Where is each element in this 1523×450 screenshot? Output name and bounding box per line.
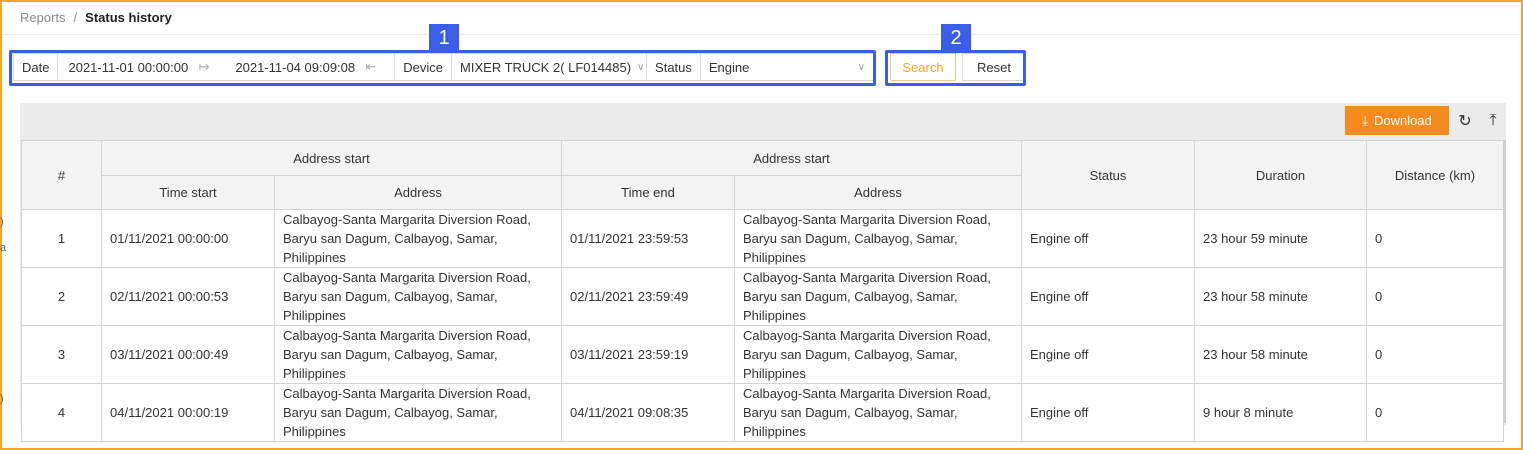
refresh-icon[interactable]: ↻ [1456, 112, 1474, 130]
breadcrumb-separator: / [73, 10, 78, 25]
offscreen-glyph: a [0, 242, 7, 254]
column-header-duration[interactable]: Duration [1194, 140, 1367, 210]
column-header-status[interactable]: Status [1021, 140, 1195, 210]
breadcrumb-reports-link[interactable]: Reports [20, 10, 66, 25]
cell-address-start: Calbayog-Santa Margarita Diversion Road,… [274, 209, 562, 268]
cell-duration: 23 hour 58 minute [1194, 267, 1367, 326]
vertical-scrollbar[interactable] [1503, 140, 1506, 423]
column-header-time-start[interactable]: Time start [101, 175, 275, 210]
cell-time-end: 02/11/2021 23:59:49 [561, 267, 735, 326]
cell-number: 3 [21, 325, 102, 384]
cell-time-end: 01/11/2021 23:59:53 [561, 209, 735, 268]
cell-time-start: 04/11/2021 00:00:19 [101, 383, 275, 442]
cell-duration: 9 hour 8 minute [1194, 383, 1367, 442]
cell-distance: 0 [1366, 383, 1504, 442]
cell-address-start: Calbayog-Santa Margarita Diversion Road,… [274, 267, 562, 326]
callout-box-2 [885, 50, 1026, 86]
cell-time-start: 02/11/2021 00:00:53 [101, 267, 275, 326]
cell-time-start: 03/11/2021 00:00:49 [101, 325, 275, 384]
breadcrumb: Reports / Status history [20, 10, 172, 25]
cell-address-start: Calbayog-Santa Margarita Diversion Road,… [274, 325, 562, 384]
column-group-address-end: Address start [561, 140, 1022, 176]
callout-number-2: 2 [941, 24, 971, 52]
cell-address-start: Calbayog-Santa Margarita Diversion Road,… [274, 383, 562, 442]
table-row[interactable]: 2 02/11/2021 00:00:53 Calbayog-Santa Mar… [21, 267, 1504, 326]
column-header-address-start[interactable]: Address [274, 175, 562, 210]
page-title: Status history [85, 10, 172, 25]
table-row[interactable]: 4 04/11/2021 00:00:19 Calbayog-Santa Mar… [21, 383, 1504, 442]
cell-number: 2 [21, 267, 102, 326]
table-row[interactable]: 3 03/11/2021 00:00:49 Calbayog-Santa Mar… [21, 325, 1504, 384]
cell-number: 1 [21, 209, 102, 268]
offscreen-glyph: ) [0, 393, 4, 405]
cell-status: Engine off [1021, 209, 1195, 268]
cell-status: Engine off [1021, 267, 1195, 326]
cell-time-end: 04/11/2021 09:08:35 [561, 383, 735, 442]
download-icon: ⤓ [1362, 112, 1368, 128]
column-header-distance[interactable]: Distance (km) [1366, 140, 1504, 210]
status-history-table: # Address start Address start Status Dur… [21, 140, 1504, 442]
cell-address-end: Calbayog-Santa Margarita Diversion Road,… [734, 209, 1022, 268]
cell-status: Engine off [1021, 383, 1195, 442]
cell-time-start: 01/11/2021 00:00:00 [101, 209, 275, 268]
column-height-icon[interactable]: ⤒ [1484, 112, 1502, 130]
cell-address-end: Calbayog-Santa Margarita Diversion Road,… [734, 383, 1022, 442]
cell-address-end: Calbayog-Santa Margarita Diversion Road,… [734, 325, 1022, 384]
table-row[interactable]: 1 01/11/2021 00:00:00 Calbayog-Santa Mar… [21, 209, 1504, 268]
cell-address-end: Calbayog-Santa Margarita Diversion Road,… [734, 267, 1022, 326]
column-group-address-start: Address start [101, 140, 562, 176]
offscreen-glyph: ) [0, 216, 4, 228]
cell-distance: 0 [1366, 267, 1504, 326]
cell-duration: 23 hour 59 minute [1194, 209, 1367, 268]
cell-number: 4 [21, 383, 102, 442]
cell-duration: 23 hour 58 minute [1194, 325, 1367, 384]
download-button[interactable]: ⤓ Download [1345, 106, 1449, 135]
cell-distance: 0 [1366, 325, 1504, 384]
cell-status: Engine off [1021, 325, 1195, 384]
callout-number-1: 1 [429, 24, 459, 52]
column-header-number[interactable]: # [21, 140, 102, 210]
header-divider [2, 34, 1521, 35]
column-header-address-end[interactable]: Address [734, 175, 1022, 210]
callout-box-1 [9, 50, 876, 86]
download-label: Download [1373, 113, 1432, 128]
cell-distance: 0 [1366, 209, 1504, 268]
column-header-time-end[interactable]: Time end [561, 175, 735, 210]
cell-time-end: 03/11/2021 23:59:19 [561, 325, 735, 384]
